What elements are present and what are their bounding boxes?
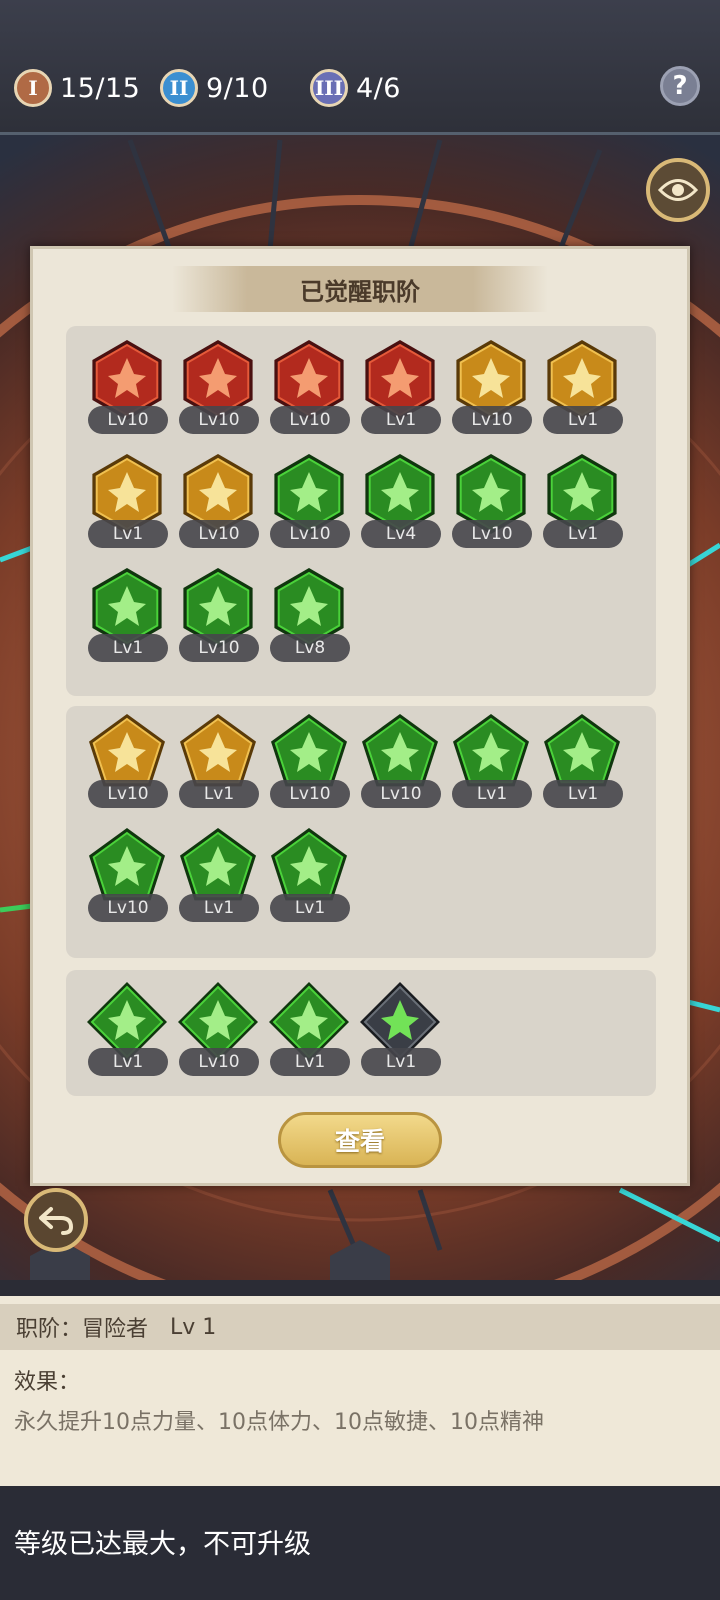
class-name: 职阶：冒险者 — [16, 1317, 149, 1342]
class-slot[interactable]: Lv1 — [539, 454, 625, 554]
tier-1-count: 15/15 — [60, 72, 141, 104]
class-level-label: Lv8 — [270, 634, 350, 662]
class-level-label: Lv1 — [88, 1048, 168, 1076]
tier-1-counter: I 15/15 — [14, 64, 140, 112]
tier-3-counter: III 4/6 — [310, 64, 401, 112]
class-slot[interactable]: Lv1 — [266, 982, 352, 1082]
class-slot[interactable]: Lv10 — [266, 340, 352, 440]
class-slot[interactable]: Lv10 — [84, 714, 170, 814]
class-info-header: 职阶：冒险者 Lv 1 — [0, 1304, 720, 1350]
class-slot[interactable]: Lv10 — [175, 340, 261, 440]
tier-2-counter: II 9/10 — [160, 64, 269, 112]
class-slot[interactable]: Lv1 — [175, 828, 261, 928]
help-button[interactable]: ? — [660, 66, 700, 106]
class-level-label: Lv1 — [179, 780, 259, 808]
tier-3-badge-icon: III — [310, 69, 348, 107]
class-level-label: Lv1 — [361, 406, 441, 434]
class-slot[interactable]: Lv1 — [84, 982, 170, 1082]
class-level-label: Lv10 — [270, 520, 350, 548]
class-level-label: Lv1 — [543, 780, 623, 808]
class-level-label: Lv10 — [179, 1048, 259, 1076]
class-slot[interactable]: Lv4 — [357, 454, 443, 554]
class-level-label: Lv1 — [88, 634, 168, 662]
class-level-label: Lv10 — [270, 406, 350, 434]
back-button[interactable] — [24, 1188, 88, 1252]
class-level-label: Lv10 — [88, 894, 168, 922]
class-level-label: Lv10 — [179, 520, 259, 548]
tier-1-badge-icon: I — [14, 69, 52, 107]
panel-title: 已觉醒职阶 — [172, 266, 548, 312]
class-slot[interactable]: Lv1 — [84, 568, 170, 668]
tier-2-badge-icon: II — [160, 69, 198, 107]
class-level-label: Lv10 — [179, 406, 259, 434]
back-arrow-icon — [39, 1207, 73, 1235]
class-slot[interactable]: Lv1 — [448, 714, 534, 814]
class-level-label: Lv1 — [361, 1048, 441, 1076]
class-level-label: Lv1 — [543, 520, 623, 548]
class-level-label: Lv10 — [452, 406, 532, 434]
view-button[interactable]: 查看 — [278, 1112, 442, 1168]
class-slot[interactable]: Lv10 — [266, 454, 352, 554]
upgrade-status-bar: 等级已达最大，不可升级 — [0, 1490, 720, 1600]
class-level-label: Lv10 — [179, 634, 259, 662]
class-level-label: Lv1 — [270, 1048, 350, 1076]
class-level-label: Lv4 — [361, 520, 441, 548]
class-level-label: Lv1 — [88, 520, 168, 548]
class-level-label: Lv10 — [361, 780, 441, 808]
class-level-label: Lv1 — [452, 780, 532, 808]
class-level-label: Lv1 — [543, 406, 623, 434]
eye-icon — [658, 179, 698, 201]
class-slot[interactable]: Lv1 — [539, 340, 625, 440]
class-slot[interactable]: Lv1 — [266, 828, 352, 928]
tier-3-count: 4/6 — [356, 72, 401, 104]
tier-2-count: 9/10 — [206, 72, 269, 104]
class-slot[interactable]: Lv10 — [175, 982, 261, 1082]
effect-description: 永久提升10点力量、10点体力、10点敏捷、10点精神 — [14, 1410, 544, 1435]
class-level-label: Lv1 — [179, 894, 259, 922]
class-info-panel: 职阶：冒险者 Lv 1 效果： 永久提升10点力量、10点体力、10点敏捷、10… — [0, 1296, 720, 1486]
class-level-label: Lv10 — [88, 406, 168, 434]
class-slot[interactable]: Lv10 — [175, 454, 261, 554]
class-slot[interactable]: Lv10 — [84, 828, 170, 928]
class-slot[interactable]: Lv10 — [175, 568, 261, 668]
class-slot[interactable]: Lv10 — [357, 714, 443, 814]
class-slot[interactable]: Lv10 — [448, 340, 534, 440]
class-level: Lv 1 — [170, 1314, 217, 1340]
class-slot[interactable]: Lv10 — [84, 340, 170, 440]
effect-label: 效果： — [14, 1370, 81, 1395]
class-slot[interactable]: Lv10 — [448, 454, 534, 554]
class-slot[interactable]: Lv8 — [266, 568, 352, 668]
class-slot[interactable]: Lv1 — [539, 714, 625, 814]
class-slot[interactable]: Lv1 — [175, 714, 261, 814]
class-level-label: Lv10 — [88, 780, 168, 808]
class-level-label: Lv10 — [452, 520, 532, 548]
class-slot[interactable]: Lv1 — [84, 454, 170, 554]
class-slot[interactable]: Lv1 — [357, 340, 443, 440]
class-level-label: Lv10 — [270, 780, 350, 808]
eye-toggle-button[interactable] — [646, 158, 710, 222]
class-slot[interactable]: Lv1 — [357, 982, 443, 1082]
upgrade-status-text: 等级已达最大，不可升级 — [14, 1529, 311, 1560]
class-slot[interactable]: Lv10 — [266, 714, 352, 814]
class-level-label: Lv1 — [270, 894, 350, 922]
